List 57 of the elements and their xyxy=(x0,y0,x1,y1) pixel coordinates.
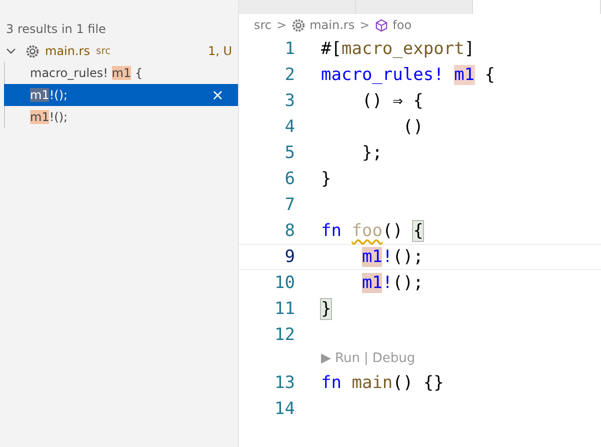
code-text: () xyxy=(382,221,404,241)
code-text: }; xyxy=(362,143,382,163)
keyword: macro_rules! xyxy=(321,65,445,85)
macro-name: m1 xyxy=(454,65,475,85)
line-number: 13 xyxy=(274,372,295,395)
line-number: 3 xyxy=(284,90,295,113)
code-text: () {} xyxy=(392,373,444,393)
code-text: #[ xyxy=(321,39,342,59)
code-text: (); xyxy=(392,247,424,267)
code-text: ] xyxy=(464,39,475,59)
line-number: 12 xyxy=(274,324,295,347)
macro-call: m1 xyxy=(362,273,382,293)
line-number: 1 xyxy=(284,38,295,61)
keyword: fn xyxy=(321,221,342,241)
search-result[interactable]: m1!(); × xyxy=(4,84,238,106)
line-number: 5 xyxy=(284,142,295,165)
breadcrumb-separator: > xyxy=(360,18,370,32)
codelens-link[interactable]: Run xyxy=(335,348,360,370)
search-result[interactable]: m1!(); xyxy=(4,106,238,128)
bracket: } xyxy=(321,299,332,319)
line-number: 10 xyxy=(274,272,295,295)
file-name: main.rs xyxy=(45,44,90,58)
code-text: (); xyxy=(392,273,424,293)
file-status: 1, U xyxy=(208,44,232,58)
breadcrumb-item[interactable]: foo xyxy=(392,18,412,32)
file-result-row[interactable]: main.rs src 1, U xyxy=(0,40,238,62)
function-name: macro_export xyxy=(341,39,464,59)
breadcrumb-item[interactable]: src xyxy=(254,18,272,32)
breadcrumb-separator: > xyxy=(276,18,287,32)
code-text: { xyxy=(484,65,496,85)
folder-name: src xyxy=(96,46,111,56)
bracket: { xyxy=(413,221,424,241)
cube-icon xyxy=(374,18,388,32)
code-text: } xyxy=(321,169,332,189)
line-number: 9 xyxy=(284,246,295,269)
line-number: 4 xyxy=(284,116,295,139)
close-icon[interactable]: × xyxy=(211,86,224,104)
active-editor-tab[interactable] xyxy=(473,0,601,14)
codelens-separator: | xyxy=(364,350,368,368)
keyword: ! xyxy=(382,247,393,267)
results-summary: 3 results in 1 file xyxy=(5,21,107,38)
line-number: 7 xyxy=(284,194,295,217)
keyword: fn xyxy=(321,373,342,393)
line-number: 8 xyxy=(284,220,295,243)
codelens-link[interactable]: Debug xyxy=(372,348,416,370)
line-number: 11 xyxy=(274,298,295,321)
line-number: 6 xyxy=(284,168,295,191)
breadcrumb-item[interactable]: main.rs xyxy=(310,18,355,32)
code-text: () xyxy=(402,117,424,137)
keyword: ! xyxy=(382,273,393,293)
line-number: 14 xyxy=(274,398,295,421)
function-name: main xyxy=(352,373,393,393)
macro-call: m1 xyxy=(362,247,382,267)
run-icon: ▶ xyxy=(321,348,331,370)
code-text: () ⇒ { xyxy=(362,91,424,111)
unused-function-name: foo xyxy=(352,221,382,241)
line-number: 2 xyxy=(284,64,295,87)
